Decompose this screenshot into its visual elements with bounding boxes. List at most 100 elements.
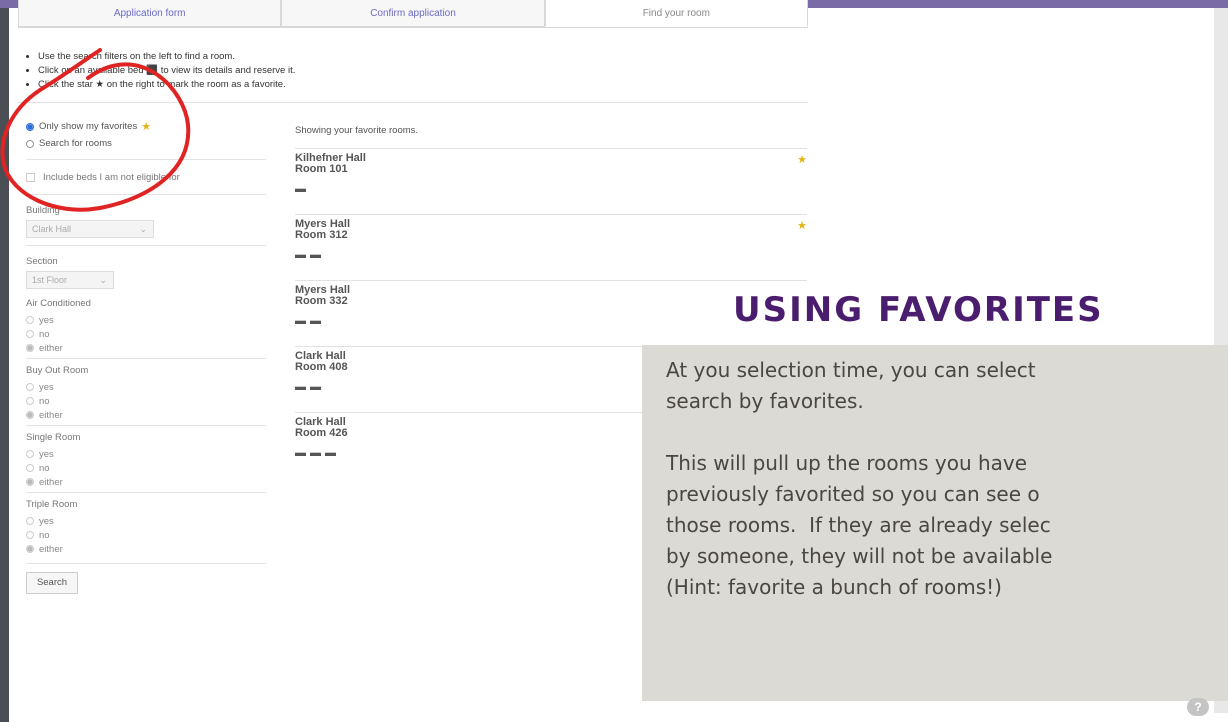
filter-option[interactable]: yes bbox=[26, 447, 266, 461]
filter-option-radio[interactable] bbox=[26, 531, 34, 539]
room-card: Myers Hall Room 332 ▬▬ bbox=[295, 280, 807, 346]
favorites-radio-label: Only show my favorites bbox=[39, 121, 138, 132]
instruction-item: Click the star ★ on the right to mark th… bbox=[38, 78, 295, 92]
showing-text: Showing your favorite rooms. bbox=[295, 125, 419, 136]
divider bbox=[26, 425, 266, 426]
filter-option-label: yes bbox=[39, 515, 54, 527]
search-rooms-radio-row[interactable]: Search for rooms bbox=[26, 135, 266, 152]
help-icon[interactable]: ? bbox=[1187, 698, 1209, 716]
bed-icon[interactable]: ▬ bbox=[310, 249, 325, 261]
filter-option-label: yes bbox=[39, 314, 54, 326]
room-number: Room 312 bbox=[295, 229, 348, 241]
favorites-radio[interactable] bbox=[26, 122, 34, 131]
room-number: Room 332 bbox=[295, 295, 348, 307]
filter-option-label: either bbox=[39, 409, 63, 421]
filter-option-radio[interactable] bbox=[26, 397, 34, 405]
chevron-down-icon: ⌄ bbox=[139, 223, 147, 234]
tab-application-form[interactable]: Application form bbox=[18, 0, 282, 27]
building-select[interactable]: Clark Hall ⌄ bbox=[26, 220, 154, 238]
section-select[interactable]: 1st Floor ⌄ bbox=[26, 271, 114, 289]
room-card: Myers Hall Room 312 ▬▬ ★ bbox=[295, 214, 807, 280]
instruction-item: Click on an available bed ⬛ to view its … bbox=[38, 64, 295, 78]
bed-icon[interactable]: ▬ bbox=[310, 315, 325, 327]
bed-icon[interactable]: ▬ bbox=[325, 447, 340, 459]
filter-option[interactable]: either bbox=[26, 408, 266, 422]
section-label: Section bbox=[26, 256, 58, 267]
beds-row: ▬▬ bbox=[295, 315, 807, 327]
filter-option[interactable]: no bbox=[26, 394, 266, 408]
filter-option[interactable]: yes bbox=[26, 380, 266, 394]
filter-option-label: no bbox=[39, 529, 50, 541]
room-building: Kilhefner Hall bbox=[295, 152, 366, 164]
filter-option[interactable]: no bbox=[26, 461, 266, 475]
filter-option-radio[interactable] bbox=[26, 450, 34, 458]
building-label: Building bbox=[26, 205, 60, 216]
tab-find-your-room[interactable]: Find your room bbox=[544, 0, 808, 27]
overlay-panel: At you selection time, you can select se… bbox=[642, 345, 1228, 701]
filter-option-radio[interactable] bbox=[26, 330, 34, 338]
favorite-star-icon[interactable]: ★ bbox=[797, 153, 807, 166]
filter-option-radio[interactable] bbox=[26, 478, 34, 486]
filter-option-label: no bbox=[39, 328, 50, 340]
search-rooms-radio-label: Search for rooms bbox=[39, 138, 112, 149]
filter-option-radio[interactable] bbox=[26, 517, 34, 525]
bed-icon[interactable]: ▬ bbox=[295, 315, 310, 327]
favorite-star-icon[interactable]: ★ bbox=[797, 219, 807, 232]
instructions-list: Use the search filters on the left to fi… bbox=[26, 50, 295, 92]
tab-confirm-application[interactable]: Confirm application bbox=[281, 0, 545, 27]
filter-option-radio[interactable] bbox=[26, 411, 34, 419]
include-beds-checkbox[interactable] bbox=[26, 172, 35, 182]
beds-row: ▬▬ bbox=[295, 249, 807, 261]
filter-option-radio[interactable] bbox=[26, 316, 34, 324]
bed-icon[interactable]: ▬ bbox=[295, 381, 310, 393]
filter-option-label: either bbox=[39, 476, 63, 488]
divider bbox=[26, 194, 266, 195]
divider bbox=[26, 492, 266, 493]
filter-option[interactable]: either bbox=[26, 341, 266, 355]
filter-option-label: yes bbox=[39, 381, 54, 393]
divider bbox=[18, 102, 808, 103]
bed-icon[interactable]: ▬ bbox=[295, 447, 310, 459]
include-beds-label: Include beds I am not eligible for bbox=[43, 171, 180, 183]
filter-option[interactable]: either bbox=[26, 542, 266, 556]
chevron-down-icon: ⌄ bbox=[99, 274, 107, 285]
filter-label: Air Conditioned bbox=[26, 298, 91, 309]
divider bbox=[26, 159, 266, 160]
step-tabs: Application form Confirm application Fin… bbox=[18, 0, 808, 28]
room-card: Kilhefner Hall Room 101 ▬ ★ bbox=[295, 148, 807, 214]
filter-option-radio[interactable] bbox=[26, 464, 34, 472]
filter-option[interactable]: either bbox=[26, 475, 266, 489]
filter-option-radio[interactable] bbox=[26, 383, 34, 391]
search-button[interactable]: Search bbox=[26, 572, 78, 594]
bed-icon[interactable]: ▬ bbox=[310, 381, 325, 393]
bed-icon[interactable]: ▬ bbox=[310, 447, 325, 459]
building-select-value: Clark Hall bbox=[32, 224, 72, 234]
favorites-radio-row[interactable]: Only show my favorites ★ bbox=[26, 118, 266, 135]
filter-option-radio[interactable] bbox=[26, 344, 34, 352]
include-beds-row[interactable]: Include beds I am not eligible for bbox=[26, 167, 266, 187]
bed-icon[interactable]: ▬ bbox=[295, 183, 310, 195]
window-edge bbox=[0, 0, 9, 722]
filter-sidebar: Only show my favorites ★ Search for room… bbox=[26, 118, 266, 594]
filter-option-label: no bbox=[39, 462, 50, 474]
filter-option-radio[interactable] bbox=[26, 545, 34, 553]
section-select-value: 1st Floor bbox=[32, 275, 68, 285]
room-number: Room 101 bbox=[295, 163, 348, 175]
filter-option-label: yes bbox=[39, 448, 54, 460]
filter-option[interactable]: no bbox=[26, 528, 266, 542]
divider bbox=[26, 563, 266, 564]
filter-label: Triple Room bbox=[26, 499, 78, 510]
search-rooms-radio[interactable] bbox=[26, 139, 34, 148]
filter-label: Single Room bbox=[26, 432, 81, 443]
beds-row: ▬ bbox=[295, 183, 807, 195]
filter-option-label: no bbox=[39, 395, 50, 407]
overlay-body: At you selection time, you can select se… bbox=[666, 358, 1053, 599]
bed-icon[interactable]: ▬ bbox=[295, 249, 310, 261]
filter-option-label: either bbox=[39, 543, 63, 555]
filter-option[interactable]: yes bbox=[26, 514, 266, 528]
instruction-item: Use the search filters on the left to fi… bbox=[38, 50, 295, 64]
room-building: Myers Hall bbox=[295, 218, 351, 230]
filter-option[interactable]: yes bbox=[26, 313, 266, 327]
star-icon: ★ bbox=[141, 121, 152, 133]
filter-option[interactable]: no bbox=[26, 327, 266, 341]
